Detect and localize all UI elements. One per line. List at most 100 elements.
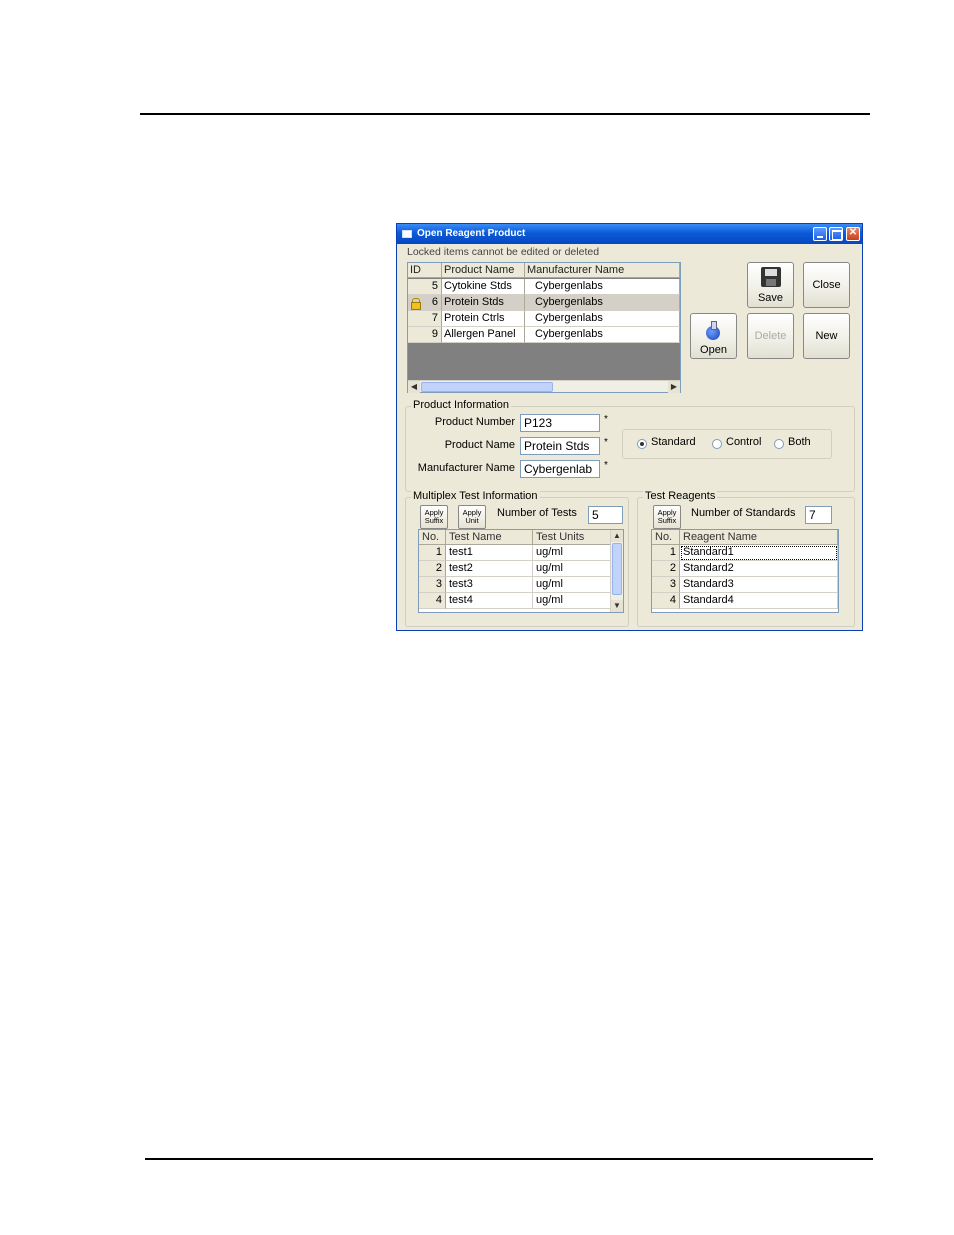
required-mark: * [604,414,608,425]
product-number-label: Product Number [434,416,515,428]
reagent-row-number: 3 [652,577,680,593]
product-manufacturer: Cybergenlabs [525,279,680,295]
minimize-button[interactable] [813,227,827,241]
manufacturer-name-input[interactable]: Cybergenlab [520,460,600,478]
test-name-cell[interactable]: test2 [446,561,533,577]
column-header-id[interactable]: ID [408,263,442,278]
multiplex-test-legend: Multiplex Test Information [411,490,540,502]
product-number-input[interactable]: P123 [520,414,600,432]
product-row[interactable]: 9 Allergen Panel Cybergenlabs [408,327,680,343]
product-id: 9 [408,327,442,343]
products-horizontal-scrollbar[interactable]: ◀ ▶ [408,380,680,393]
product-manufacturer: Cybergenlabs [525,295,680,311]
number-of-standards-label: Number of Standards [691,507,796,519]
products-grid[interactable]: ID Product Name Manufacturer Name 5 Cyto… [407,262,681,393]
product-row[interactable]: 6 Protein Stds Cybergenlabs [408,295,680,311]
radio-standard-label[interactable]: Standard [651,436,696,448]
delete-button-label: Delete [754,330,787,342]
scroll-left-icon[interactable]: ◀ [408,381,420,393]
product-id: 5 [408,279,442,295]
column-header-reagent-name[interactable]: Reagent Name [680,530,838,545]
reagent-name-cell[interactable]: Standard3 [680,577,838,593]
column-header-test-name[interactable]: Test Name [446,530,533,545]
maximize-button[interactable] [829,227,843,241]
product-manufacturer: Cybergenlabs [525,311,680,327]
product-name: Cytokine Stds [442,279,525,295]
save-button-label: Save [757,292,784,304]
number-of-tests-label: Number of Tests [497,507,577,519]
required-mark: * [604,460,608,471]
reagent-name-cell[interactable]: Standard2 [680,561,838,577]
test-units-cell[interactable]: ug/ml [533,593,611,609]
reagent-row-number: 2 [652,561,680,577]
close-button[interactable]: Close [803,262,850,308]
product-type-group: Standard Control Both [622,429,832,459]
open-reagent-product-window: Open Reagent Product ✕ Locked items cann… [396,223,863,631]
save-button[interactable]: Save [747,262,794,308]
close-window-button[interactable]: ✕ [846,227,860,241]
product-row[interactable]: 5 Cytokine Stds Cybergenlabs [408,279,680,295]
open-button-label: Open [700,344,727,356]
scroll-right-icon[interactable]: ▶ [668,381,680,393]
test-row-number: 4 [419,593,446,609]
radio-control[interactable] [712,439,722,449]
reagent-name-cell[interactable]: Standard1 [680,545,838,561]
column-header-manufacturer-name[interactable]: Manufacturer Name [525,263,680,278]
product-name: Protein Ctrls [442,311,525,327]
column-header-test-units[interactable]: Test Units [533,530,611,545]
manufacturer-name-label: Manufacturer Name [417,462,515,474]
test-units-cell[interactable]: ug/ml [533,561,611,577]
number-of-standards-input[interactable]: 7 [805,506,832,524]
test-units-cell[interactable]: ug/ml [533,577,611,593]
product-name: Allergen Panel [442,327,525,343]
reagent-row-number: 4 [652,593,680,609]
radio-both-label[interactable]: Both [788,436,811,448]
apply-suffix-button[interactable]: Apply Suffix [420,505,448,529]
footer-rule [145,1158,873,1160]
tests-grid[interactable]: No. Test Name Test Units 1 test1 ug/ml 2… [418,529,624,613]
products-grid-header: ID Product Name Manufacturer Name [408,263,680,278]
close-icon: ✕ [848,227,858,238]
radio-both[interactable] [774,439,784,449]
column-header-no[interactable]: No. [652,530,680,545]
scroll-up-icon[interactable]: ▲ [611,530,623,542]
test-row-number: 3 [419,577,446,593]
column-header-product-name[interactable]: Product Name [442,263,525,278]
reagent-row-number: 1 [652,545,680,561]
flask-icon [704,320,724,340]
number-of-tests-input[interactable]: 5 [588,506,623,524]
radio-standard[interactable] [637,439,647,449]
scroll-down-icon[interactable]: ▼ [611,600,623,612]
new-button-label: New [815,330,838,342]
test-name-cell[interactable]: test4 [446,593,533,609]
reagents-grid[interactable]: No. Reagent Name 1 Standard1 2 Standard2… [651,529,839,613]
test-units-cell[interactable]: ug/ml [533,545,611,561]
close-button-label: Close [812,279,841,291]
open-button[interactable]: Open [690,313,737,359]
product-manufacturer: Cybergenlabs [525,327,680,343]
apply-unit-button[interactable]: Apply Unit [458,505,486,529]
new-button[interactable]: New [803,313,850,359]
scroll-thumb[interactable] [612,543,622,595]
window-title: Open Reagent Product [417,228,526,239]
header-rule [140,113,870,115]
product-row[interactable]: 7 Protein Ctrls Cybergenlabs [408,311,680,327]
reagent-apply-suffix-button[interactable]: Apply Suffix [653,505,681,529]
product-name: Protein Stds [442,295,525,311]
title-bar[interactable]: Open Reagent Product ✕ [397,224,862,244]
radio-control-label[interactable]: Control [726,436,761,448]
test-name-cell[interactable]: test3 [446,577,533,593]
scroll-thumb[interactable] [421,382,553,392]
product-name-input[interactable]: Protein Stds [520,437,600,455]
product-name-label: Product Name [444,439,515,451]
delete-button[interactable]: Delete [747,313,794,359]
test-reagents-legend: Test Reagents [643,490,718,502]
required-mark: * [604,437,608,448]
test-row-number: 1 [419,545,446,561]
reagent-name-cell[interactable]: Standard4 [680,593,838,609]
window-icon [402,230,412,238]
column-header-no[interactable]: No. [419,530,446,545]
floppy-disk-icon [761,267,781,287]
tests-vertical-scrollbar[interactable]: ▲ ▼ [610,530,623,612]
test-name-cell[interactable]: test1 [446,545,533,561]
